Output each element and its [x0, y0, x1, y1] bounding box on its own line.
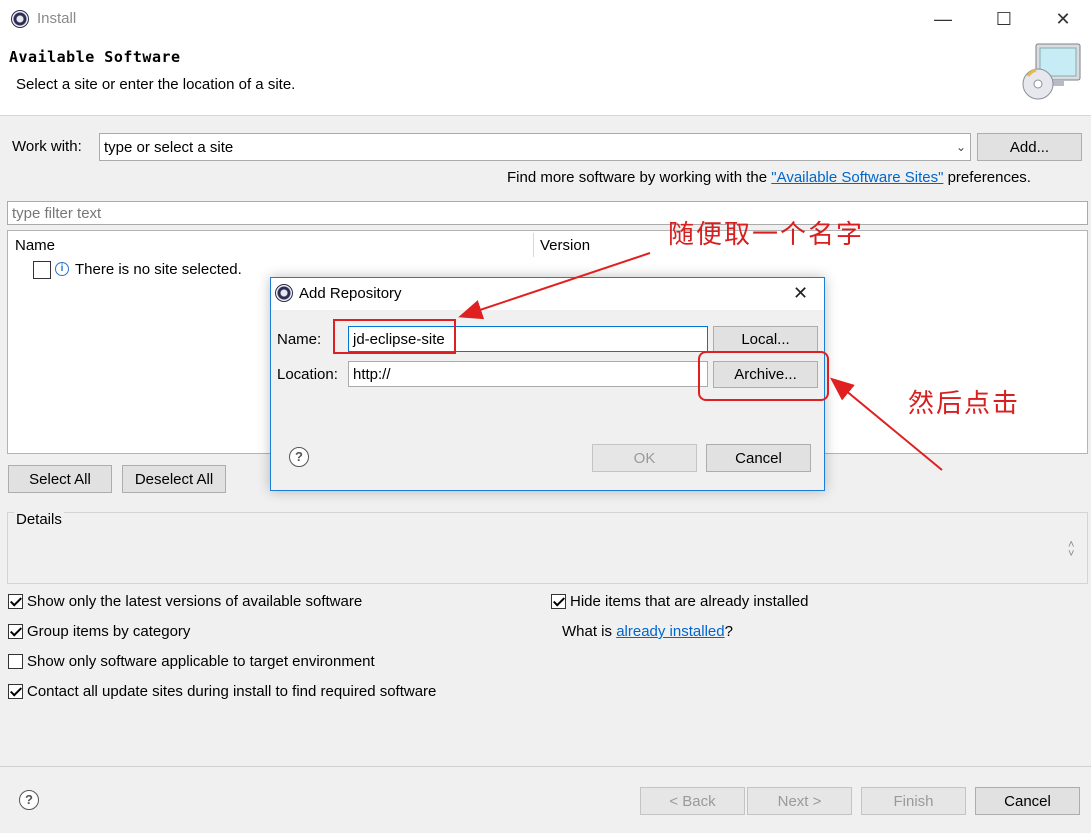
archive-arrow: [829, 377, 943, 471]
name-arrow: [458, 252, 651, 320]
annotation-arrows: [458, 252, 943, 471]
